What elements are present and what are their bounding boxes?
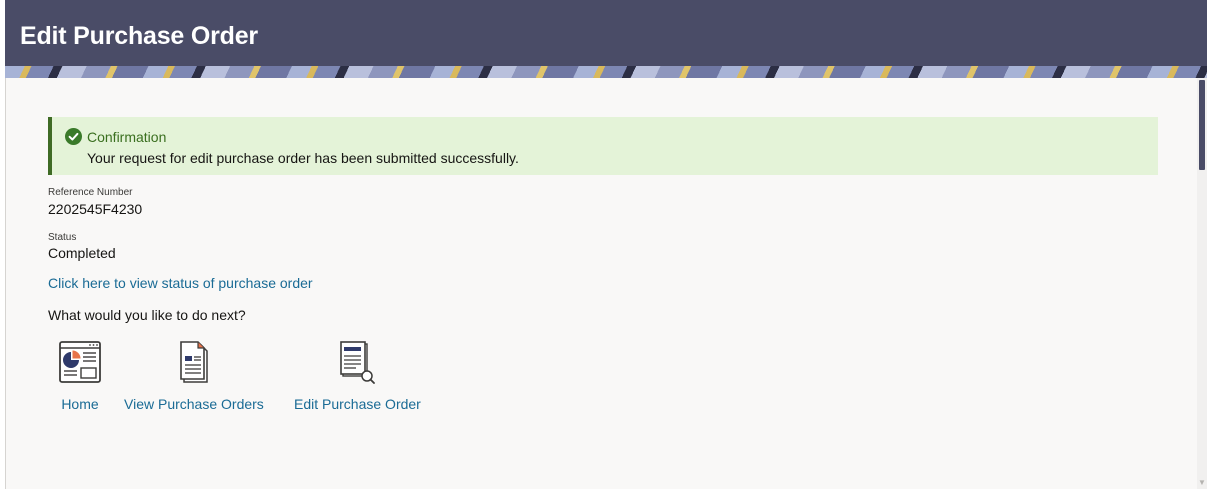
main-content: Confirmation Your request for edit purch… (5, 78, 1197, 489)
edit-purchase-order-action-label: Edit Purchase Order (294, 396, 421, 412)
confirmation-title: Confirmation (87, 129, 167, 145)
confirmation-banner: Confirmation Your request for edit purch… (48, 117, 1158, 175)
next-steps-prompt: What would you like to do next? (48, 307, 246, 323)
view-purchase-orders-action-label: View Purchase Orders (124, 396, 264, 412)
home-action-label: Home (61, 396, 99, 412)
page-title: Edit Purchase Order (20, 22, 258, 50)
edit-purchase-order-action[interactable]: Edit Purchase Order (294, 340, 421, 412)
scrollbar-thumb[interactable] (1199, 80, 1205, 170)
status-label: Status (48, 232, 77, 243)
status-value: Completed (48, 245, 116, 261)
scroll-down-arrow-icon[interactable]: ▼ (1198, 478, 1206, 487)
reference-number-value: 2202545F4230 (48, 201, 143, 217)
header-decorative-stripe (5, 66, 1207, 78)
document-list-icon (124, 340, 264, 384)
page-header: Edit Purchase Order (5, 0, 1207, 78)
home-action[interactable]: Home (57, 340, 103, 412)
dashboard-icon (57, 340, 103, 384)
document-search-icon (294, 340, 421, 384)
reference-number-label: Reference Number (48, 187, 133, 198)
check-circle-icon (65, 128, 82, 145)
view-status-link[interactable]: Click here to view status of purchase or… (48, 275, 313, 291)
view-purchase-orders-action[interactable]: View Purchase Orders (124, 340, 264, 412)
confirmation-message: Your request for edit purchase order has… (87, 150, 519, 166)
vertical-scrollbar[interactable]: ▼ (1197, 78, 1207, 489)
